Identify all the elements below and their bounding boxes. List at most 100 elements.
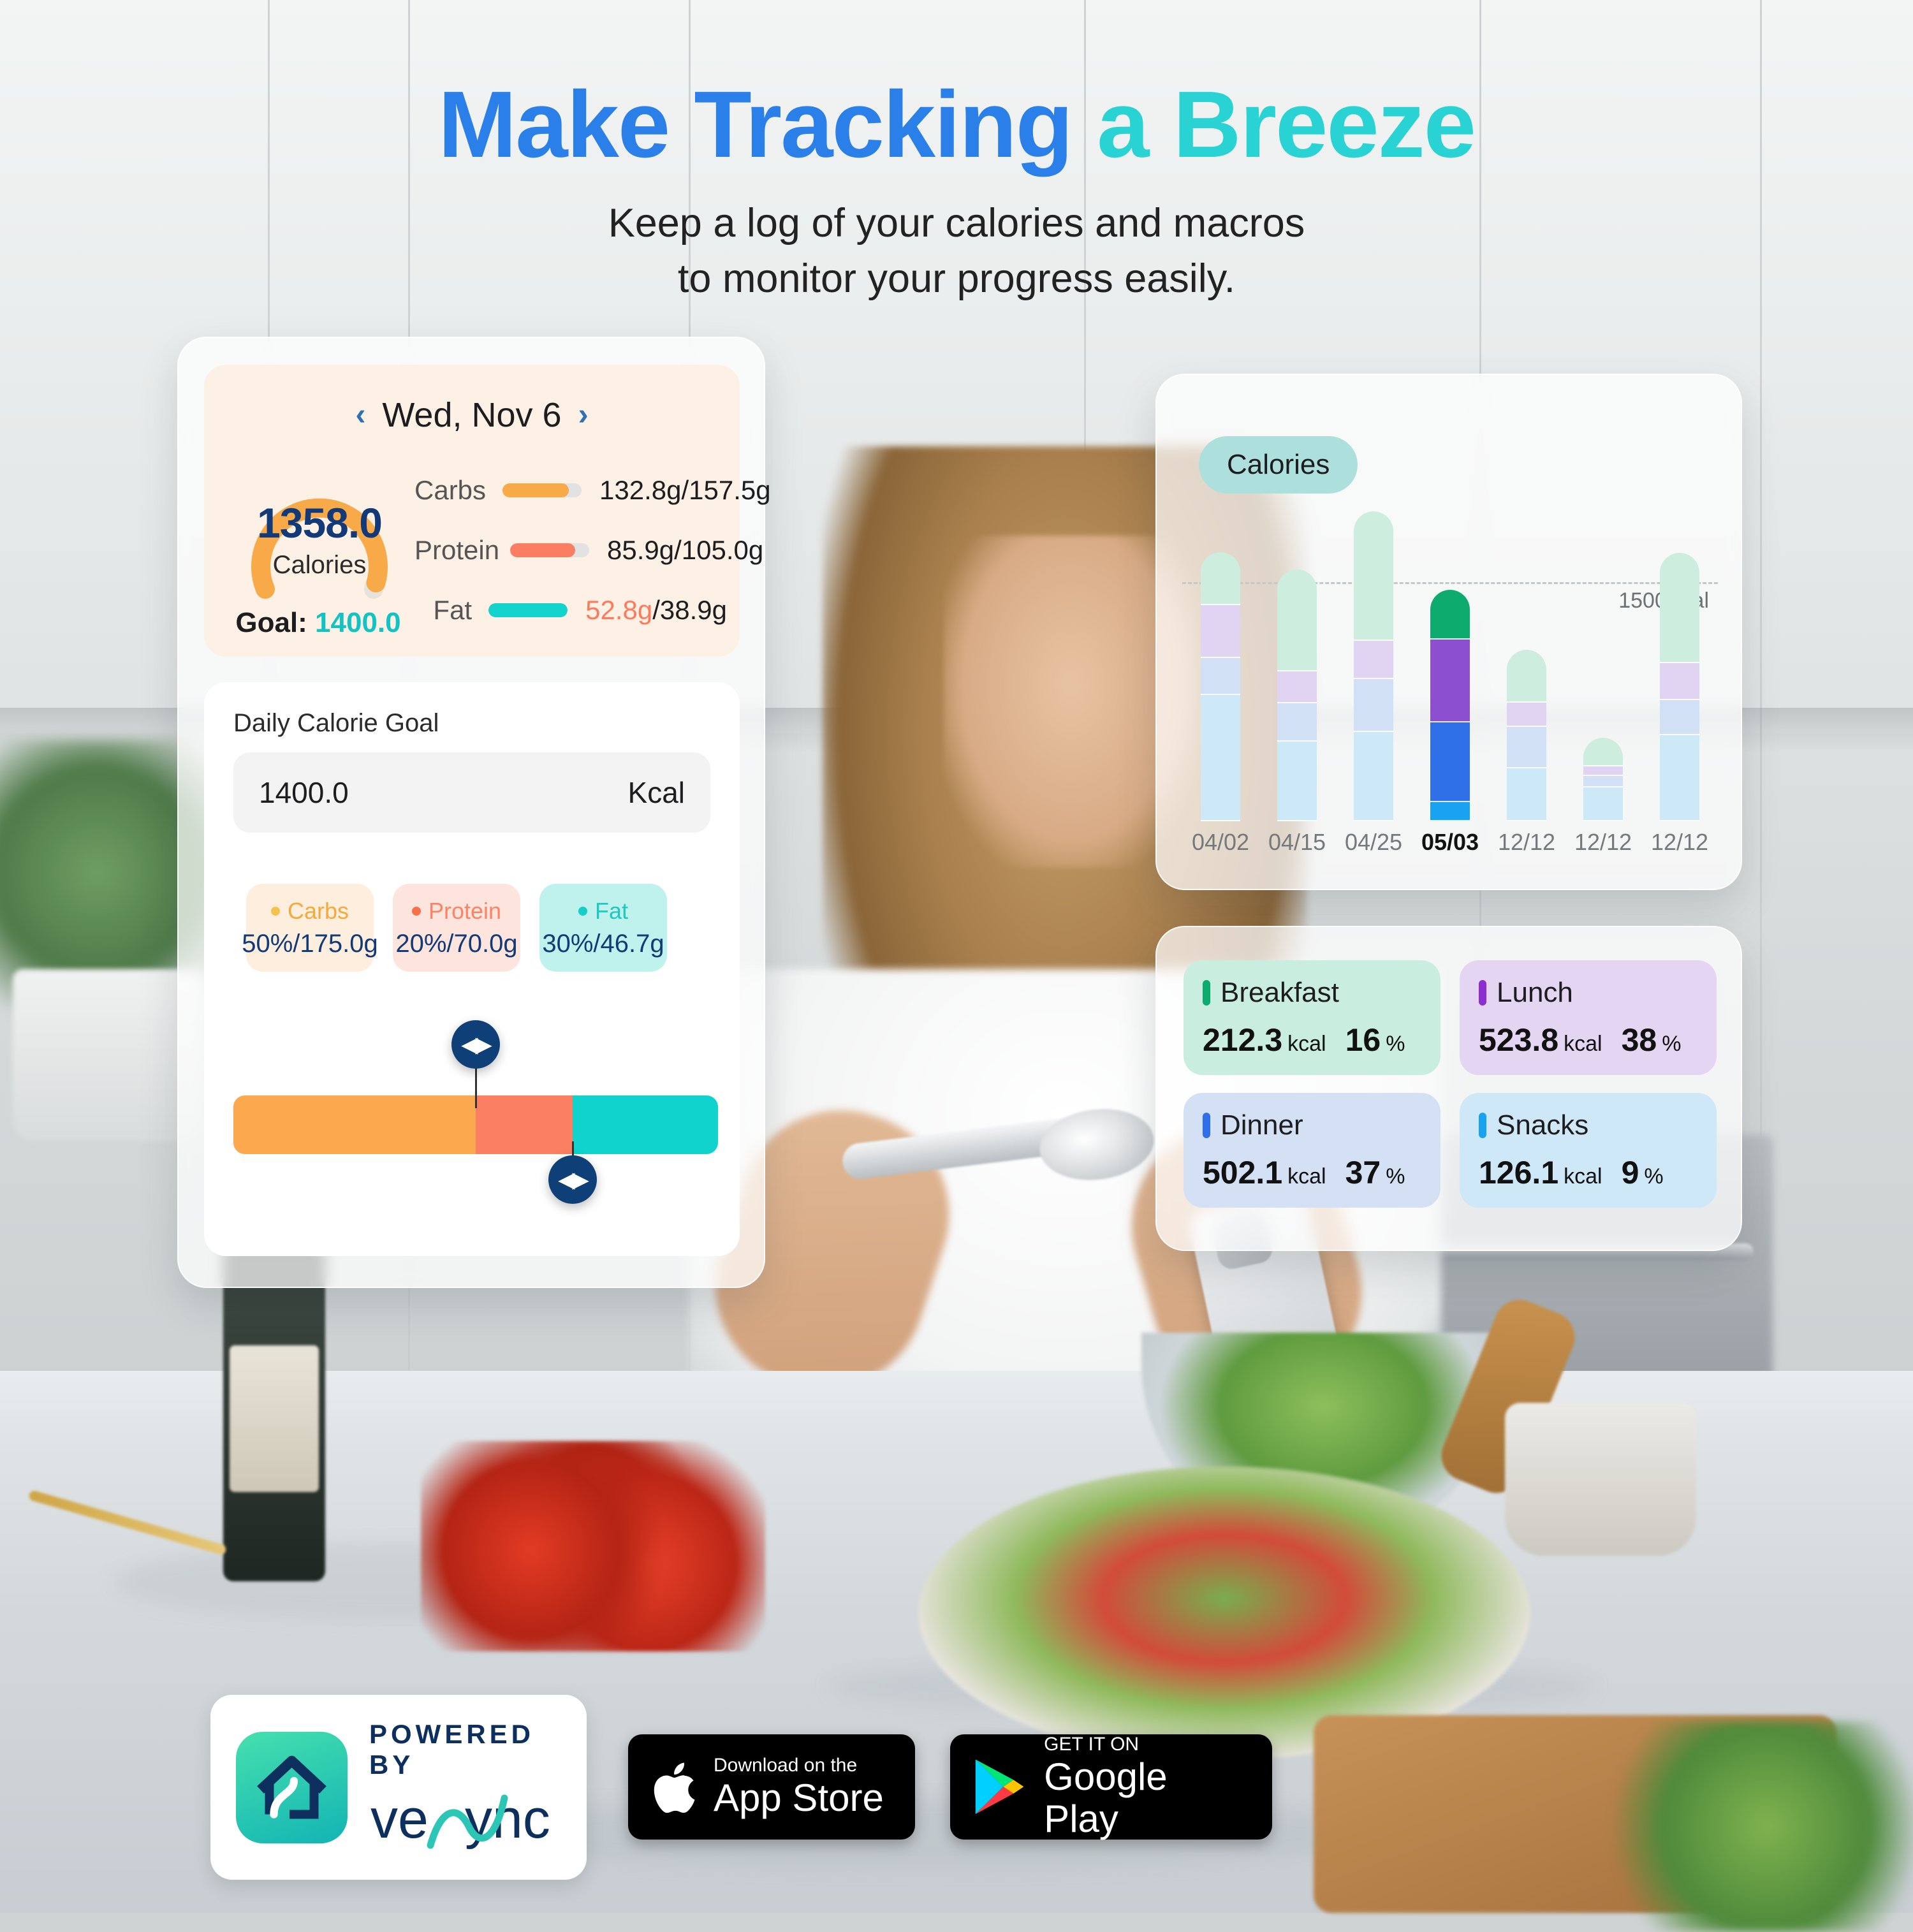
slider-handle-2[interactable]: ◀▶ bbox=[548, 1155, 597, 1204]
chart-bars bbox=[1182, 502, 1718, 821]
chart-bar-column[interactable] bbox=[1412, 502, 1488, 821]
app-store-big-label: App Store bbox=[714, 1776, 884, 1819]
chart-stacked-bar bbox=[1354, 511, 1393, 821]
macro-card-header: Protein bbox=[411, 897, 502, 925]
meal-percent-value: 37 bbox=[1345, 1155, 1381, 1190]
bar-segment-dinner bbox=[1354, 679, 1393, 732]
macro-label: Carbs bbox=[414, 475, 487, 505]
meal-name: Snacks bbox=[1497, 1109, 1589, 1141]
next-day-icon[interactable]: › bbox=[578, 400, 589, 430]
macro-summary-list: Carbs 132.8g/157.5g Protein 85.9g/105.0g… bbox=[414, 460, 771, 640]
current-date-label: Wed, Nov 6 bbox=[382, 396, 562, 434]
meal-card-stats: 126.1 kcal 9% bbox=[1479, 1154, 1664, 1191]
meal-card-snacks[interactable]: Snacks 126.1 kcal 9% bbox=[1460, 1093, 1717, 1208]
bar-segment-dinner bbox=[1277, 703, 1317, 742]
meal-kcal-value: 523.8 bbox=[1479, 1022, 1559, 1058]
macro-target-value: /38.9g bbox=[652, 595, 727, 625]
calorie-goal-input[interactable]: 1400.0 Kcal bbox=[233, 752, 710, 833]
bar-segment-snacks bbox=[1660, 735, 1699, 821]
macro-card-name: Protein bbox=[428, 897, 502, 924]
bar-segment-dinner bbox=[1507, 727, 1546, 768]
macro-dot-icon bbox=[270, 906, 280, 916]
title-part-2: a Breeze bbox=[1097, 72, 1476, 177]
bar-segment-breakfast bbox=[1201, 552, 1240, 605]
bar-segment-lunch bbox=[1277, 671, 1317, 703]
chart-stacked-bar bbox=[1583, 738, 1623, 821]
meal-kcal-unit: kcal bbox=[1287, 1164, 1326, 1189]
chart-x-label: 05/03 bbox=[1421, 829, 1479, 855]
macro-card-header: Fat bbox=[578, 898, 628, 925]
calorie-unit-label: Calories bbox=[272, 551, 367, 579]
tracker-panel: ‹ Wed, Nov 6 › 1358.0 Calories Goal: 140… bbox=[177, 337, 771, 1288]
chart-bar-column[interactable] bbox=[1641, 502, 1718, 821]
slider-segment-carbs bbox=[233, 1095, 476, 1154]
chart-bar-column[interactable] bbox=[1259, 502, 1335, 821]
meal-card-stats: 523.8 kcal 38% bbox=[1479, 1021, 1681, 1058]
macro-value: 52.8g/38.9g bbox=[585, 595, 727, 626]
daily-calorie-goal-card: Daily Calorie Goal 1400.0 Kcal Carbs 50%… bbox=[204, 682, 740, 1256]
vesync-house-icon bbox=[257, 1755, 326, 1819]
app-store-text: Download on the App Store bbox=[714, 1755, 884, 1819]
macro-ratio-slider[interactable]: ◀▶ ◀▶ bbox=[233, 1020, 718, 1211]
macro-label: Protein bbox=[414, 535, 500, 565]
macro-progress-track bbox=[510, 543, 589, 557]
small-bowl bbox=[1505, 1403, 1696, 1556]
calorie-goal-unit: Kcal bbox=[627, 776, 685, 809]
app-store-button[interactable]: Download on the App Store bbox=[628, 1734, 915, 1840]
subtitle-line-1: Keep a log of your calories and macros bbox=[608, 201, 1305, 246]
meal-card-stats: 212.3 kcal 16% bbox=[1203, 1021, 1405, 1058]
prev-day-icon[interactable]: ‹ bbox=[355, 400, 365, 430]
macro-label: Fat bbox=[433, 595, 473, 625]
bar-segment-lunch bbox=[1507, 703, 1546, 727]
oil-bottle-label bbox=[230, 1345, 319, 1492]
chart-x-label: 12/12 bbox=[1650, 829, 1709, 855]
bar-segment-snacks bbox=[1430, 802, 1470, 821]
slider-segment-protein bbox=[476, 1095, 573, 1154]
calorie-goal-value: 1400.0 bbox=[259, 776, 349, 809]
bar-segment-breakfast bbox=[1430, 590, 1470, 640]
bar-segment-lunch bbox=[1583, 766, 1623, 776]
meal-card-lunch[interactable]: Lunch 523.8 kcal 38% bbox=[1460, 960, 1717, 1075]
meal-kcal-unit: kcal bbox=[1564, 1164, 1602, 1189]
meal-card-breakfast[interactable]: Breakfast 212.3 kcal 16% bbox=[1184, 960, 1440, 1075]
chart-bar-column[interactable] bbox=[1565, 502, 1641, 821]
meal-breakdown-panel: Breakfast 212.3 kcal 16% Lunch 523.8 kcal 38% Di… bbox=[1155, 926, 1742, 1251]
chart-metric-tab[interactable]: Calories bbox=[1199, 436, 1358, 494]
meal-card-stats: 502.1 kcal 37% bbox=[1203, 1154, 1405, 1191]
meal-name: Dinner bbox=[1220, 1109, 1303, 1141]
app-store-small-label: Download on the bbox=[714, 1755, 858, 1776]
chart-stacked-bar bbox=[1430, 590, 1470, 821]
macro-card-carbs[interactable]: Carbs 50%/175.0g bbox=[242, 884, 378, 972]
chart-bar-column[interactable] bbox=[1182, 502, 1259, 821]
meal-kcal-value: 212.3 bbox=[1203, 1022, 1283, 1058]
calorie-gauge: 1358.0 Calories Goal: 1400.0 bbox=[235, 454, 401, 645]
chart-x-axis: 04/02 04/15 04/25 05/03 12/12 12/12 12/12 bbox=[1182, 829, 1718, 856]
chart-bar-column[interactable] bbox=[1488, 502, 1565, 821]
goal-card-title: Daily Calorie Goal bbox=[233, 709, 439, 737]
chart-plot-area: 1500Kcal bbox=[1182, 502, 1718, 821]
page-subtitle: Keep a log of your calories and macros t… bbox=[0, 196, 1913, 307]
bar-segment-lunch bbox=[1430, 640, 1470, 722]
goal-prefix: Goal: bbox=[235, 607, 316, 638]
meal-percent-unit: % bbox=[1662, 1032, 1682, 1056]
meal-kcal-unit: kcal bbox=[1287, 1032, 1326, 1056]
macro-progress-track bbox=[502, 483, 582, 497]
meal-kcal-value: 126.1 bbox=[1479, 1155, 1559, 1190]
powered-by-vesync-badge: POWERED BY ve ync bbox=[210, 1695, 587, 1880]
bar-segment-snacks bbox=[1507, 768, 1546, 821]
macro-row-carbs: Carbs 132.8g/157.5g bbox=[414, 460, 771, 520]
macro-progress-fill bbox=[488, 603, 568, 617]
bar-segment-breakfast bbox=[1354, 511, 1393, 641]
bar-segment-breakfast bbox=[1277, 569, 1317, 671]
google-play-button[interactable]: GET IT ON Google Play bbox=[950, 1734, 1272, 1840]
macro-progress-fill bbox=[502, 483, 569, 497]
macro-card-name: Fat bbox=[594, 897, 628, 924]
slider-handle-1[interactable]: ◀▶ bbox=[451, 1020, 500, 1069]
calories-chart-panel: Calories 1500Kcal 04/02 04/15 04/25 05/03 12… bbox=[1155, 374, 1742, 890]
macro-card-protein[interactable]: Protein 20%/70.0g bbox=[393, 884, 520, 972]
macro-card-fat[interactable]: Fat 30%/46.7g bbox=[539, 884, 667, 972]
meal-card-dinner[interactable]: Dinner 502.1 kcal 37% bbox=[1184, 1093, 1440, 1208]
bar-segment-snacks bbox=[1201, 695, 1240, 821]
chart-bar-column[interactable] bbox=[1335, 502, 1412, 821]
meal-kcal-unit: kcal bbox=[1564, 1032, 1602, 1056]
